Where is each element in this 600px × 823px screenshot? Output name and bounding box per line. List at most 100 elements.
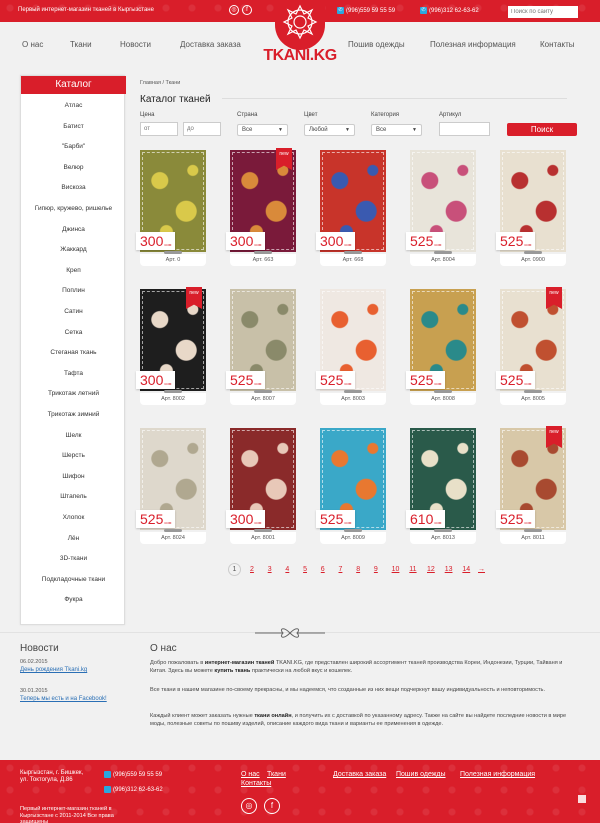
sidebar-item[interactable]: Трикотаж летний (21, 390, 126, 397)
sidebar-item[interactable]: Сетка (21, 329, 126, 336)
sidebar-item[interactable]: Штапель (21, 493, 126, 500)
page-link[interactable]: 6 (321, 566, 325, 573)
sidebar-item[interactable]: Фукра (21, 596, 126, 603)
counter-widget-icon[interactable] (578, 795, 586, 803)
page-link[interactable]: 13 (445, 566, 453, 573)
page-link[interactable]: 7 (339, 566, 343, 573)
sidebar-item[interactable]: Велюр (21, 164, 126, 171)
country-select[interactable]: Все ▼ (237, 124, 288, 136)
breadcrumb-home[interactable]: Главная (140, 80, 161, 86)
sidebar-title: Каталог (21, 76, 126, 94)
sidebar-item[interactable]: 3D-ткани (21, 555, 126, 562)
footer-link-delivery[interactable]: Доставка заказа (333, 771, 386, 778)
page-link[interactable]: 2 (250, 566, 254, 573)
facebook-icon[interactable]: f (264, 798, 280, 814)
article-number: Арт. 663 (230, 251, 296, 266)
product-card[interactable]: 525сом Арт. 8003 (316, 289, 386, 409)
page-link[interactable]: 10 (392, 566, 400, 573)
sidebar-item[interactable]: Трикотаж зимний (21, 411, 126, 418)
price-currency: сом (344, 520, 352, 525)
header-phone-2[interactable]: ✆ (996)312 62-63-62 (420, 7, 479, 14)
page-link[interactable]: 11 (409, 566, 416, 573)
price-currency: сом (164, 520, 172, 525)
page-link[interactable]: 8 (356, 566, 360, 573)
nav-item-news[interactable]: Новости (120, 40, 151, 49)
sidebar-item[interactable]: Батист (21, 123, 126, 130)
page-link[interactable]: 9 (374, 566, 378, 573)
product-card[interactable]: new 525сом Арт. 8011 (496, 426, 566, 548)
price-value: 525 (410, 372, 434, 388)
site-search-input[interactable] (508, 6, 578, 18)
price-to-input[interactable] (183, 122, 221, 136)
product-card[interactable]: 300сом Арт. 668 (316, 150, 386, 270)
sidebar-item[interactable]: Шелк (21, 432, 126, 439)
price-from-input[interactable] (140, 122, 178, 136)
search-button[interactable]: Поиск (507, 123, 577, 136)
product-card[interactable]: 525сом Арт. 8024 (136, 428, 206, 548)
facebook-icon[interactable]: f (242, 5, 252, 15)
nav-item-about[interactable]: О нас (22, 40, 43, 49)
price-value: 525 (230, 372, 254, 388)
sidebar-item[interactable]: Лён (21, 535, 126, 542)
price-currency: сом (254, 242, 262, 247)
instagram-icon[interactable]: ◎ (229, 5, 239, 15)
site-logo[interactable]: TKANI.KG (262, 0, 338, 72)
footer-copyright: Первый интернет-магазин тканей в Кыргызс… (20, 806, 114, 823)
sidebar-item[interactable]: Шифон (21, 473, 126, 480)
footer-link-about[interactable]: О нас (241, 771, 260, 778)
sidebar-item[interactable]: Жаккард (21, 246, 126, 253)
page-link[interactable]: 5 (303, 566, 307, 573)
product-card[interactable]: new 300сом Арт. 663 (226, 148, 296, 270)
price-value: 300 (320, 233, 344, 249)
product-card[interactable]: 525сом Арт. 8004 (406, 150, 476, 270)
nav-item-contacts[interactable]: Контакты (540, 40, 575, 49)
sidebar-item[interactable]: Креп (21, 267, 126, 274)
sidebar-item[interactable]: Стеганая ткань (21, 349, 126, 356)
sidebar-item[interactable]: Гипюр, кружево, ришелье (21, 205, 126, 212)
footer-link-fabrics[interactable]: Ткани (267, 771, 286, 778)
sidebar-item[interactable]: Сатин (21, 308, 126, 315)
footer-link-tailoring[interactable]: Пошив одежды (396, 771, 446, 778)
sidebar-item[interactable]: Джинса (21, 226, 126, 233)
sidebar-item[interactable]: "Барби" (21, 143, 126, 150)
color-select[interactable]: Любой ▼ (304, 124, 355, 136)
page-link[interactable]: 3 (268, 566, 272, 573)
category-select[interactable]: Все ▼ (371, 124, 422, 136)
product-card[interactable]: new 525сом Арт. 8005 (496, 287, 566, 409)
nav-item-delivery[interactable]: Доставка заказа (180, 40, 241, 49)
sidebar-item[interactable]: Атлас (21, 102, 126, 109)
product-card[interactable]: 525сом Арт. 0900 (496, 150, 566, 270)
product-card[interactable]: 300сом Арт. 8001 (226, 428, 296, 548)
product-card[interactable]: new 300сом Арт. 8002 (136, 287, 206, 409)
sidebar-item[interactable]: Хлопок (21, 514, 126, 521)
article-input[interactable] (439, 122, 490, 136)
news-link[interactable]: День рождения Tkani.kg (20, 667, 87, 673)
product-card[interactable]: 610сом Арт. 8013 (406, 428, 476, 548)
page-link[interactable]: 14 (462, 566, 470, 573)
sidebar-item[interactable]: Поплин (21, 287, 126, 294)
price-currency: сом (254, 381, 262, 386)
sidebar-item[interactable]: Подкладочные ткани (21, 576, 126, 583)
news-link[interactable]: Теперь мы есть и на Facebook! (20, 696, 107, 702)
footer-phone-2[interactable]: (996)312 62-63-62 (104, 786, 163, 793)
sidebar-item[interactable]: Тафта (21, 370, 126, 377)
breadcrumb: Главная / Ткани (140, 80, 180, 86)
instagram-icon[interactable]: ◎ (241, 798, 257, 814)
footer-phone-1[interactable]: (996)559 59 55 59 (104, 771, 162, 778)
sidebar-item[interactable]: Вискоза (21, 184, 126, 191)
product-card[interactable]: 300сом Арт. 0 (136, 150, 206, 270)
about-paragraph: Все ткани в нашем магазине по-своему пре… (150, 687, 545, 693)
footer-link-contacts[interactable]: Контакты (241, 780, 271, 787)
footer-link-useful-info[interactable]: Полезная информация (460, 771, 535, 778)
sidebar-item[interactable]: Шерсть (21, 452, 126, 459)
product-card[interactable]: 525сом Арт. 8009 (316, 428, 386, 548)
next-page-arrow-icon[interactable]: → (478, 566, 485, 573)
nav-item-tailoring[interactable]: Пошив одежды (348, 40, 405, 49)
nav-item-fabrics[interactable]: Ткани (70, 40, 92, 49)
page-link[interactable]: 4 (285, 566, 289, 573)
header-phone-1[interactable]: ✆ (996)559 59 55 59 (337, 7, 395, 14)
page-link[interactable]: 12 (427, 566, 435, 573)
product-card[interactable]: 525сом Арт. 8007 (226, 289, 296, 409)
product-card[interactable]: 525сом Арт. 8008 (406, 289, 476, 409)
nav-item-useful-info[interactable]: Полезная информация (430, 40, 516, 49)
